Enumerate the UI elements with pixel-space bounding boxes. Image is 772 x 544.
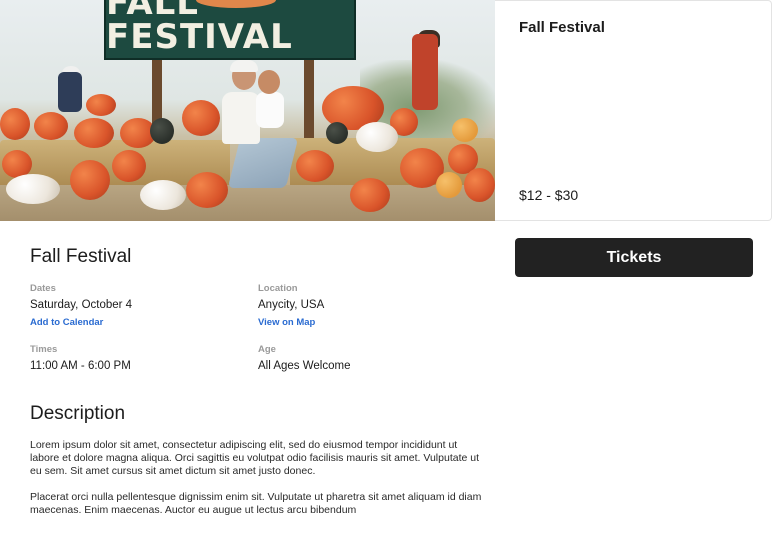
pumpkin <box>464 168 495 202</box>
age-value: All Ages Welcome <box>258 360 351 372</box>
view-on-map-link[interactable]: View on Map <box>258 317 315 328</box>
pumpkin <box>112 150 146 182</box>
festival-sign: FALL FESTIVAL <box>104 0 356 60</box>
child <box>256 92 284 128</box>
event-hero-image: FALL FESTIVAL <box>0 0 495 221</box>
scarecrow-left <box>58 72 82 112</box>
tickets-button[interactable]: Tickets <box>515 238 753 277</box>
scarecrow-right <box>412 34 438 110</box>
age-label: Age <box>258 344 276 355</box>
sign-post-right <box>304 50 314 140</box>
woman <box>222 92 260 144</box>
pumpkin <box>296 150 334 182</box>
dates-label: Dates <box>30 283 56 294</box>
child-head <box>258 70 280 94</box>
location-label: Location <box>258 283 298 294</box>
event-summary-card: Fall Festival $12 - $30 <box>495 0 772 221</box>
event-title: Fall Festival <box>30 246 132 267</box>
pumpkin-white <box>356 122 398 152</box>
pumpkin-white <box>6 174 60 204</box>
pumpkin <box>182 100 220 136</box>
woman-cap <box>230 60 258 72</box>
pumpkin <box>34 112 68 140</box>
card-title: Fall Festival <box>519 19 605 36</box>
add-to-calendar-link[interactable]: Add to Calendar <box>30 317 103 328</box>
pumpkin <box>186 172 228 208</box>
sign-text: FALL FESTIVAL <box>106 0 293 57</box>
pumpkin <box>0 108 30 140</box>
description-title: Description <box>30 403 126 424</box>
pumpkin-dark <box>326 122 348 144</box>
pumpkin <box>350 178 390 212</box>
pumpkin-white <box>140 180 186 210</box>
times-value: 11:00 AM - 6:00 PM <box>30 360 131 372</box>
times-label: Times <box>30 344 58 355</box>
person-legs <box>227 138 299 188</box>
dates-value: Saturday, October 4 <box>30 299 133 311</box>
description-paragraph: Lorem ipsum dolor sit amet, consectetur … <box>30 439 480 477</box>
pumpkin <box>74 118 114 148</box>
pumpkin-dark <box>150 118 174 144</box>
location-value: Anycity, USA <box>258 299 325 311</box>
pumpkin <box>86 94 116 116</box>
pumpkin <box>70 160 110 200</box>
description-paragraph: Placerat orci nulla pellentesque digniss… <box>30 491 482 516</box>
pumpkin-yellow <box>436 172 462 198</box>
card-price: $12 - $30 <box>519 187 579 203</box>
pumpkin-yellow <box>452 118 478 142</box>
